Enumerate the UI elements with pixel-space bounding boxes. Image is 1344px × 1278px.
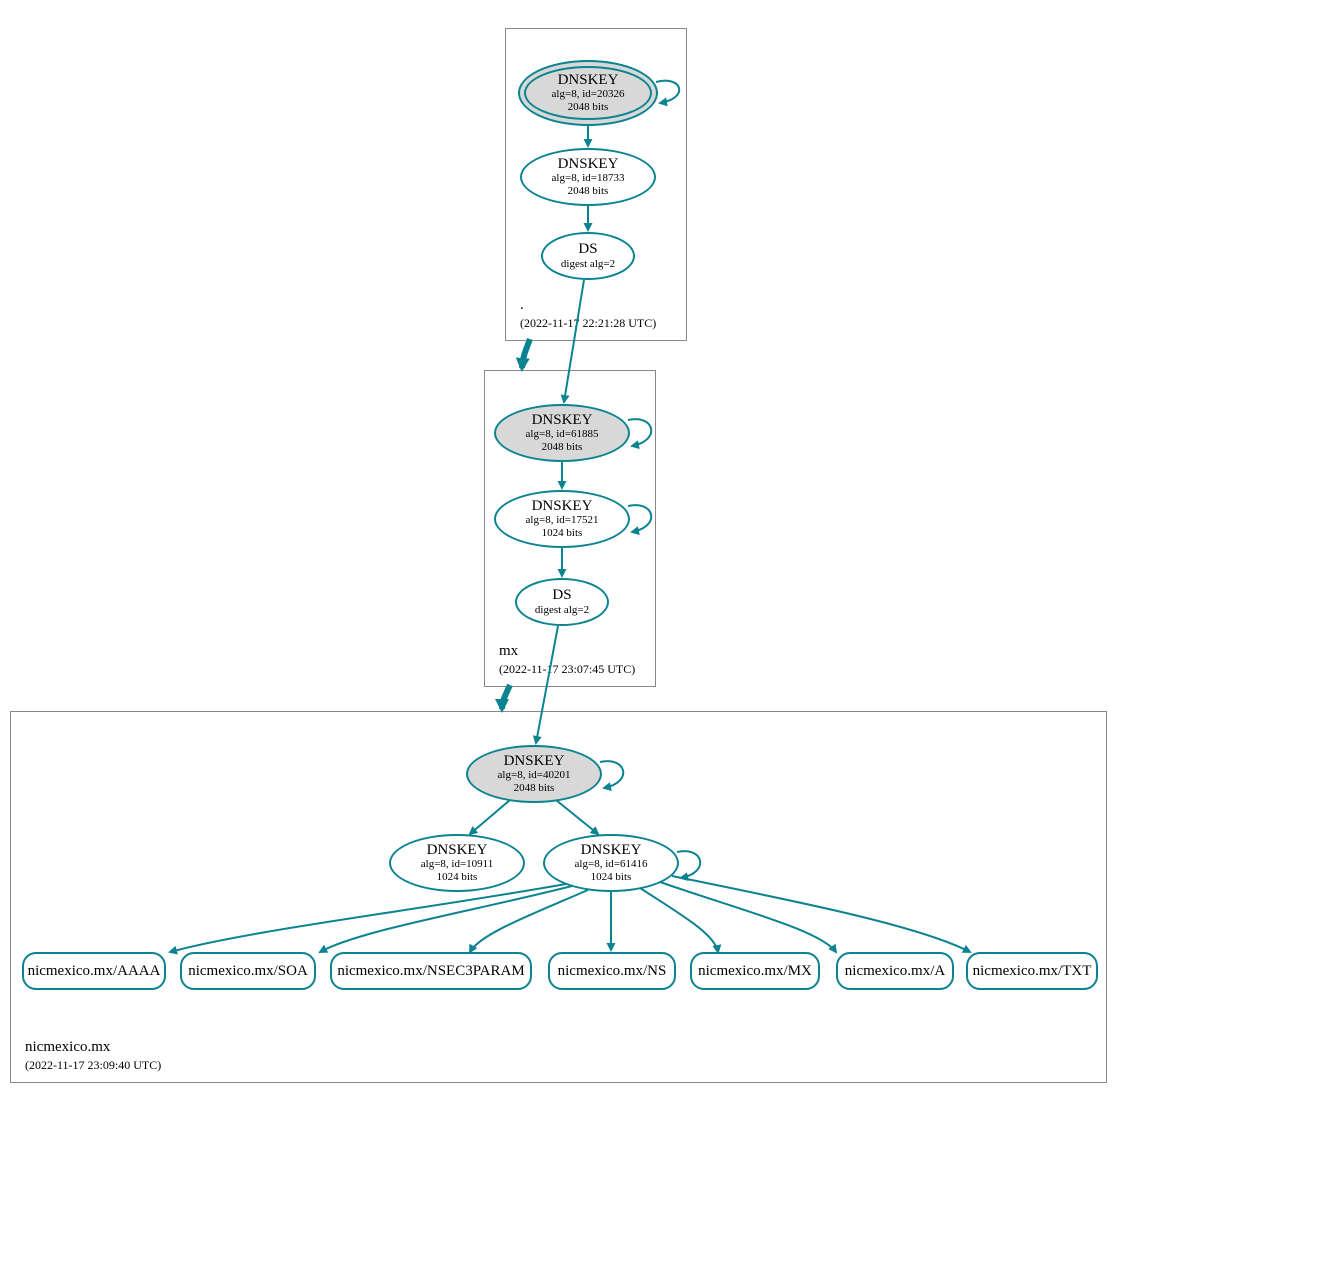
- node-sub1: digest alg=2: [561, 258, 615, 271]
- node-title: DNSKEY: [558, 72, 619, 89]
- zone-root-name: .: [520, 297, 524, 314]
- node-sub2: 1024 bits: [591, 871, 632, 884]
- node-title: DS: [552, 587, 571, 604]
- node-mx-zsk: DNSKEY alg=8, id=17521 1024 bits: [494, 490, 630, 548]
- node-sub2: 1024 bits: [542, 527, 583, 540]
- node-sub1: alg=8, id=17521: [526, 514, 599, 527]
- node-mx-ds: DS digest alg=2: [515, 578, 609, 626]
- node-title: DNSKEY: [427, 842, 488, 859]
- rrset-ns: nicmexico.mx/NS: [548, 952, 676, 990]
- node-root-zsk: DNSKEY alg=8, id=18733 2048 bits: [520, 148, 656, 206]
- node-root-ksk: DNSKEY alg=8, id=20326 2048 bits: [518, 60, 658, 126]
- zone-mx-timestamp: (2022-11-17 23:07:45 UTC): [499, 662, 635, 677]
- node-sub2: 2048 bits: [542, 441, 583, 454]
- node-title: DNSKEY: [532, 498, 593, 515]
- node-nic-z2: DNSKEY alg=8, id=61416 1024 bits: [543, 834, 679, 892]
- node-sub1: digest alg=2: [535, 604, 589, 617]
- rrset-soa: nicmexico.mx/SOA: [180, 952, 316, 990]
- zone-root-timestamp: (2022-11-17 22:21:28 UTC): [520, 316, 656, 331]
- node-title: DNSKEY: [504, 753, 565, 770]
- node-mx-ksk: DNSKEY alg=8, id=61885 2048 bits: [494, 404, 630, 462]
- node-sub2: 2048 bits: [568, 101, 609, 114]
- node-sub2: 2048 bits: [568, 185, 609, 198]
- node-sub1: alg=8, id=20326: [552, 88, 625, 101]
- node-sub2: 2048 bits: [514, 782, 555, 795]
- node-sub1: alg=8, id=18733: [552, 172, 625, 185]
- node-sub1: alg=8, id=40201: [498, 769, 571, 782]
- node-nic-z1: DNSKEY alg=8, id=10911 1024 bits: [389, 834, 525, 892]
- node-nic-ksk: DNSKEY alg=8, id=40201 2048 bits: [466, 745, 602, 803]
- node-sub2: 1024 bits: [437, 871, 478, 884]
- rrset-mx: nicmexico.mx/MX: [690, 952, 820, 990]
- rrset-txt: nicmexico.mx/TXT: [966, 952, 1098, 990]
- node-title: DNSKEY: [532, 412, 593, 429]
- zone-nicmexico-name: nicmexico.mx: [25, 1039, 110, 1056]
- node-sub1: alg=8, id=61885: [526, 428, 599, 441]
- rrset-nsec3param: nicmexico.mx/NSEC3PARAM: [330, 952, 532, 990]
- node-root-ds: DS digest alg=2: [541, 232, 635, 280]
- rrset-a: nicmexico.mx/A: [836, 952, 954, 990]
- node-title: DNSKEY: [581, 842, 642, 859]
- node-title: DS: [578, 241, 597, 258]
- node-title: DNSKEY: [558, 156, 619, 173]
- zone-mx-name: mx: [499, 643, 518, 660]
- node-sub1: alg=8, id=10911: [421, 858, 494, 871]
- rrset-aaaa: nicmexico.mx/AAAA: [22, 952, 166, 990]
- node-sub1: alg=8, id=61416: [575, 858, 648, 871]
- zone-nicmexico-timestamp: (2022-11-17 23:09:40 UTC): [25, 1058, 161, 1073]
